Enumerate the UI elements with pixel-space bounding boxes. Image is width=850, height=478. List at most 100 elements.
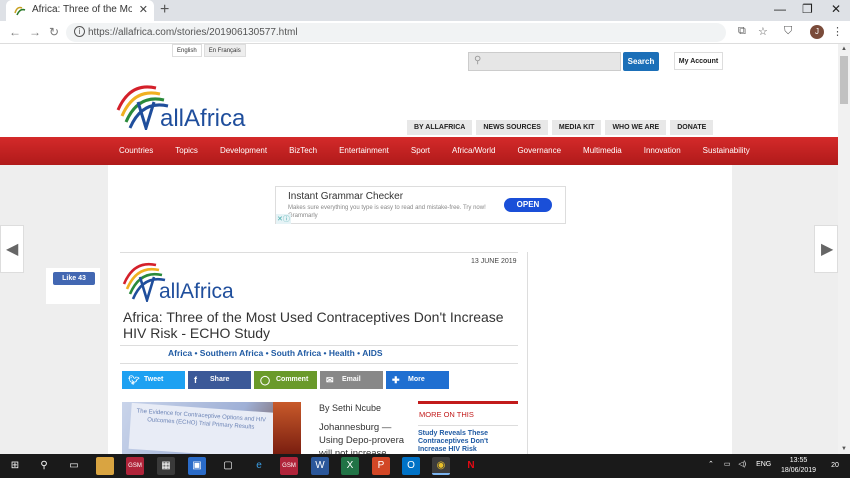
profile-avatar[interactable]: J [810,25,824,39]
logo-wordmark: allAfrica [160,105,246,130]
page-scrollbar[interactable]: ▲ ▼ [838,44,850,454]
tweet-button[interactable]: 🐦︎ Tweet [122,371,185,389]
facebook-icon: f [194,375,197,385]
scrollbar-thumb[interactable] [840,56,848,104]
reload-icon[interactable]: ↻ [49,25,59,39]
divider [418,425,518,426]
browser-tab[interactable]: Africa: Three of the Most Used C ✕ [6,0,154,21]
gsm-app-2-icon[interactable]: GSM [280,457,298,475]
volume-icon[interactable]: ◁) [738,461,746,468]
email-button[interactable]: ✉ Email [320,371,383,389]
search-button[interactable]: Search [623,52,659,71]
tray-chevron-icon[interactable]: ⌃ [708,461,714,468]
lang-english[interactable]: English [172,44,202,57]
back-arrow-icon[interactable]: ← [9,25,21,39]
nav-africa-world[interactable]: Africa/World [441,137,506,165]
word-icon[interactable]: W [311,457,329,475]
top-link-who-we-are[interactable]: WHO WE ARE [605,120,667,135]
url-field[interactable]: i https://allafrica.com/stories/20190613… [66,23,726,42]
facebook-like-button[interactable]: Like 43 [53,272,95,285]
article-date: 13 JUNE 2019 [471,258,517,265]
new-tab-button[interactable]: + [160,1,169,19]
tab-title: Africa: Three of the Most Used C [32,4,132,15]
calculator-icon[interactable]: ▦ [157,457,175,475]
nav-innovation[interactable]: Innovation [633,137,692,165]
more-share-button[interactable]: ✚ More [386,371,449,389]
nav-countries[interactable]: Countries [108,137,164,165]
excel-icon[interactable]: X [341,457,359,475]
system-clock[interactable]: 13:55 18/06/2019 [781,456,816,476]
article-allafrica-logo: allAfrica [122,262,234,302]
system-tray: ⌃ ▭ ◁) ENG [708,460,771,468]
tweet-label: Tweet [144,376,164,383]
photo-backdrop [273,402,301,454]
nav-development[interactable]: Development [209,137,278,165]
menu-icon[interactable]: ⋮ [832,25,843,38]
email-label: Email [342,376,361,383]
extension-shield-icon[interactable]: ⛉ [784,25,792,38]
network-icon[interactable]: ▭ [724,461,731,468]
allafrica-logo[interactable]: allAfrica [116,78,256,130]
app-icon[interactable]: ▣ [188,457,206,475]
divider [120,363,518,364]
ad-open-button[interactable]: OPEN [504,198,552,212]
my-account-button[interactable]: My Account [674,52,723,70]
outlook-icon[interactable]: O [402,457,420,475]
gsm-app-icon[interactable]: GSM [126,457,144,475]
main-navigation: Countries Topics Development BizTech Ent… [0,137,838,165]
article-categories[interactable]: Africa • Southern Africa • South Africa … [168,348,383,358]
site-info-icon[interactable]: i [74,26,85,37]
site-search-input[interactable]: ⚲ [468,52,621,71]
top-link-news-sources[interactable]: NEWS SOURCES [476,120,548,135]
tab-close-icon[interactable]: ✕ [139,3,148,16]
scroll-up-icon[interactable]: ▲ [841,46,847,52]
article-photo[interactable]: The Evidence for Contraceptive Options a… [122,402,301,454]
email-icon: ✉ [326,375,334,385]
related-story-link[interactable]: Study Reveals These Contraceptives Don't… [418,430,516,454]
column-divider [527,252,528,454]
next-article-arrow[interactable]: ▶ [814,225,838,273]
top-link-by-allafrica[interactable]: BY ALLAFRICA [407,120,473,135]
browser-tab-strip: Africa: Three of the Most Used C ✕ + — ❐… [0,0,850,21]
powerpoint-icon[interactable]: P [372,457,390,475]
facebook-share-button[interactable]: f Share [188,371,251,389]
ad-description: Makes sure everything you type is easy t… [288,205,486,219]
minimize-button[interactable]: — [774,2,786,16]
nav-biztech[interactable]: BizTech [278,137,328,165]
lang-french[interactable]: En Français [203,44,246,57]
scroll-down-icon[interactable]: ▼ [841,446,847,452]
notifications-badge[interactable]: 20 [826,457,844,475]
windows-start-icon[interactable]: ⊞ [6,457,24,475]
nav-sport[interactable]: Sport [400,137,441,165]
nav-topics[interactable]: Topics [164,137,209,165]
window-close-button[interactable]: ✕ [831,2,841,16]
page-viewport: English En Français ⚲ Search My Account … [0,44,838,454]
comment-icon: ◯ [260,375,271,385]
share-label: Share [210,376,230,383]
comment-button[interactable]: ◯ Comment [254,371,317,389]
nav-sustainability[interactable]: Sustainability [692,137,761,165]
nav-entertainment[interactable]: Entertainment [328,137,400,165]
top-link-media-kit[interactable]: MEDIA KIT [551,120,602,135]
article-headline: Africa: Three of the Most Used Contracep… [123,309,504,341]
nav-multimedia[interactable]: Multimedia [572,137,633,165]
file-explorer-icon[interactable] [96,457,114,475]
prev-article-arrow[interactable]: ◀ [0,225,24,273]
bookmark-star-icon[interactable]: ☆ [758,25,768,38]
forward-arrow-icon[interactable]: → [29,25,41,39]
divider [120,345,518,346]
plus-icon: ✚ [392,375,400,385]
edge-browser-icon[interactable]: e [250,457,268,475]
nav-governance[interactable]: Governance [506,137,572,165]
photos-app-icon[interactable]: ▢ [219,457,237,475]
netflix-icon[interactable]: N [462,457,480,475]
chrome-icon[interactable]: ◉ [432,457,450,475]
top-link-donate[interactable]: DONATE [670,120,714,135]
input-language[interactable]: ENG [756,461,771,468]
advertisement[interactable]: Instant Grammar Checker Makes sure every… [275,186,566,224]
translate-icon[interactable]: ⧉ [738,25,746,38]
ad-choices-icon[interactable]: ✕ⓘ [276,214,291,224]
task-view-icon[interactable]: ▭ [65,457,83,475]
maximize-button[interactable]: ❐ [802,2,813,16]
search-icon[interactable]: ⚲ [35,457,53,475]
